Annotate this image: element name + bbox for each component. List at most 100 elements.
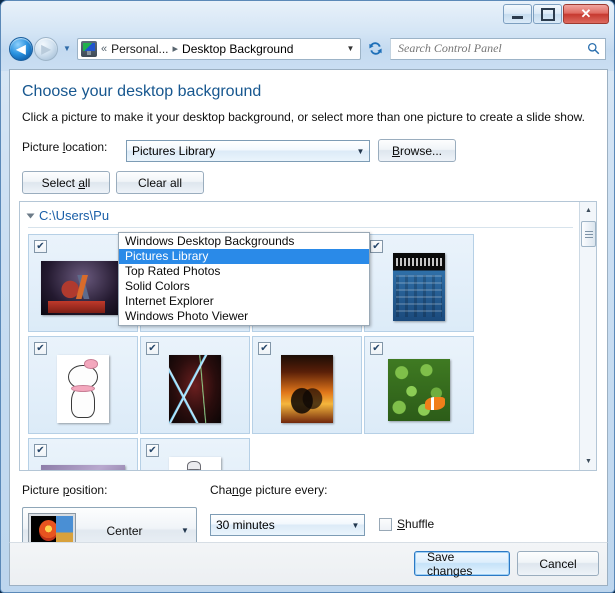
thumbnail-item[interactable] xyxy=(364,234,474,332)
forward-button[interactable]: ▶ xyxy=(34,36,58,61)
group-divider xyxy=(28,227,573,228)
thumbnail-checkbox[interactable] xyxy=(146,342,159,355)
picture-location-label: Picture location: xyxy=(22,140,108,154)
refresh-icon xyxy=(368,42,382,55)
picture-location-dropdown-list[interactable]: Windows Desktop Backgrounds Pictures Lib… xyxy=(118,232,370,326)
breadcrumb-current[interactable]: Desktop Background xyxy=(182,42,293,56)
save-changes-label: Save changes xyxy=(427,549,473,578)
white-cat-marie-image[interactable] xyxy=(57,355,109,423)
thumbnail-item[interactable] xyxy=(140,438,250,470)
scrollbar-thumb[interactable] xyxy=(581,221,596,247)
browse-button[interactable]: Browse... xyxy=(378,139,456,162)
dropdown-option-pictures-library[interactable]: Pictures Library xyxy=(119,249,369,264)
thumbnail-item[interactable] xyxy=(28,336,138,434)
thumbnail-checkbox[interactable] xyxy=(34,444,47,457)
breadcrumb-overflow[interactable]: « xyxy=(101,43,107,55)
search-box[interactable] xyxy=(390,37,606,60)
dropdown-option-windows-photo-viewer[interactable]: Windows Photo Viewer xyxy=(119,309,369,324)
picture-list-scrollbar[interactable]: ▲ ▼ xyxy=(579,202,596,470)
clone-wars-poster-image[interactable] xyxy=(41,261,125,315)
collapse-triangle-icon[interactable] xyxy=(26,213,35,218)
triangle-down-icon: ▼ xyxy=(585,458,592,465)
group-header[interactable]: C:\Users\Pu xyxy=(26,208,110,223)
picture-location-combo[interactable]: Pictures Library ▼ xyxy=(126,140,370,162)
thumbnail-item[interactable] xyxy=(140,336,250,434)
thumbnail-item[interactable] xyxy=(364,336,474,434)
search-icon xyxy=(587,42,600,55)
select-all-label: Select all xyxy=(41,175,91,190)
clear-all-button[interactable]: Clear all xyxy=(116,171,204,194)
clear-all-label: Clear all xyxy=(137,175,182,190)
picture-location-row: Picture location: xyxy=(22,140,107,154)
dropdown-option-internet-explorer[interactable]: Internet Explorer xyxy=(119,294,369,309)
thumbnail-checkbox[interactable] xyxy=(34,342,47,355)
dropdown-option-windows-desktop-backgrounds[interactable]: Windows Desktop Backgrounds xyxy=(119,234,369,249)
triangle-up-icon: ▲ xyxy=(585,207,592,214)
chevron-down-icon: ▼ xyxy=(346,44,355,53)
scrollbar-grip-icon xyxy=(584,230,593,238)
maximize-button[interactable] xyxy=(533,4,562,24)
address-bar[interactable]: « Personal... ▸ Desktop Background ▼ xyxy=(77,37,361,60)
breadcrumb: « Personal... ▸ Desktop Background xyxy=(78,40,341,57)
caption-button-group: ✕ xyxy=(503,4,609,24)
picture-position-combo[interactable]: Center ▼ xyxy=(22,507,197,542)
thumbnail-checkbox[interactable] xyxy=(34,240,47,253)
dropdown-option-top-rated-photos[interactable]: Top Rated Photos xyxy=(119,264,369,279)
title-bar[interactable]: ✕ xyxy=(1,1,614,31)
content-pane: Choose your desktop background Click a p… xyxy=(9,69,608,542)
breadcrumb-parent[interactable]: Personal... xyxy=(111,42,168,56)
forward-arrow-icon: ▶ xyxy=(41,41,51,56)
picture-position-preview-icon xyxy=(28,512,76,542)
cancel-label: Cancel xyxy=(539,556,577,571)
chevron-down-icon[interactable]: ▼ xyxy=(174,526,196,535)
mustafar-duel-image[interactable] xyxy=(281,355,333,423)
shuffle-label: Shuffle xyxy=(397,517,435,531)
change-picture-every-label: Change picture every: xyxy=(210,483,328,497)
scroll-down-button[interactable]: ▼ xyxy=(580,453,596,470)
clone-trooper-image[interactable] xyxy=(169,457,221,470)
breadcrumb-separator-icon[interactable]: ▸ xyxy=(173,42,179,55)
browse-label: Browse... xyxy=(391,143,443,158)
picture-position-value: Center xyxy=(106,523,143,538)
thumbnail-item[interactable] xyxy=(28,438,138,470)
page-title: Choose your desktop background xyxy=(22,83,262,100)
thumbnail-checkbox[interactable] xyxy=(258,342,271,355)
picture-position-label: Picture position: xyxy=(22,483,108,497)
select-all-button[interactable]: Select all xyxy=(22,171,110,194)
page-subtitle: Click a picture to make it your desktop … xyxy=(22,110,585,124)
jedi-lightsabers-image[interactable] xyxy=(169,355,221,423)
minimize-button[interactable] xyxy=(503,4,532,24)
change-interval-value: 30 minutes xyxy=(216,518,275,532)
address-toolbar: ◀ ▶ ▼ « Personal... ▸ Desktop Background… xyxy=(1,32,614,65)
dropdown-option-solid-colors[interactable]: Solid Colors xyxy=(119,279,369,294)
thumbnail-checkbox[interactable] xyxy=(370,240,383,253)
group-path-label: C:\Users\Pu xyxy=(39,208,110,223)
back-button[interactable]: ◀ xyxy=(9,36,33,61)
command-bar: Save changes Cancel xyxy=(9,542,608,586)
scroll-up-button[interactable]: ▲ xyxy=(580,202,596,219)
thumbnail-checkbox[interactable] xyxy=(146,444,159,457)
close-button[interactable]: ✕ xyxy=(563,4,609,24)
change-interval-combo[interactable]: 30 minutes ▼ xyxy=(210,514,365,536)
close-icon: ✕ xyxy=(580,5,592,21)
thumbnail-checkbox[interactable] xyxy=(370,342,383,355)
shuffle-checkbox[interactable] xyxy=(379,517,392,531)
search-input[interactable] xyxy=(396,40,587,57)
chevron-down-icon: ▼ xyxy=(63,44,71,53)
cancel-button[interactable]: Cancel xyxy=(517,551,599,576)
control-panel-icon xyxy=(81,40,97,57)
thumbnail-item[interactable] xyxy=(252,336,362,434)
fairy-portrait-image[interactable] xyxy=(41,465,125,470)
epic-of-gilgamesh-image[interactable] xyxy=(393,253,445,321)
chevron-down-icon[interactable]: ▼ xyxy=(347,515,364,535)
address-dropdown-button[interactable]: ▼ xyxy=(341,39,360,59)
refresh-button[interactable] xyxy=(363,38,387,60)
back-arrow-icon: ◀ xyxy=(16,41,26,56)
shuffle-option[interactable]: Shuffle xyxy=(379,517,434,531)
picture-location-value: Pictures Library xyxy=(132,144,216,158)
control-panel-window: ✕ ◀ ▶ ▼ « Personal... ▸ Desktop Backgrou… xyxy=(0,0,615,593)
save-changes-button[interactable]: Save changes xyxy=(414,549,510,578)
recent-pages-button[interactable]: ▼ xyxy=(60,37,74,61)
chevron-down-icon[interactable]: ▼ xyxy=(352,141,369,161)
clownfish-anemone-image[interactable] xyxy=(388,359,450,421)
